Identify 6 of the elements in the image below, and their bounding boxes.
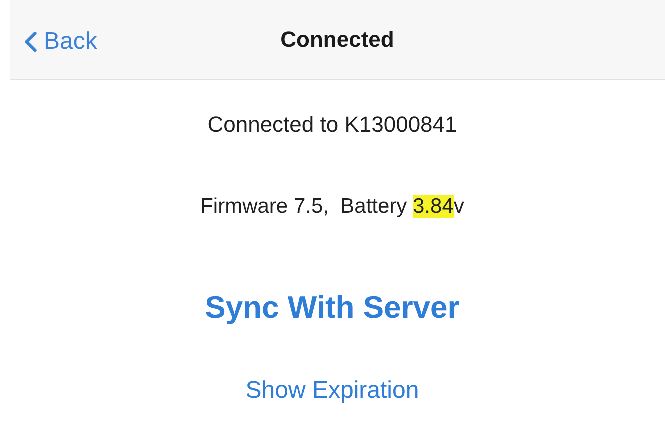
device-info: Firmware 7.5, Battery 3.84v xyxy=(200,194,464,220)
connection-status: Connected to K13000841 xyxy=(208,111,458,139)
screen-title: Connected xyxy=(280,26,394,54)
back-button[interactable]: Back xyxy=(22,24,98,60)
expiration-link[interactable]: Show Expiration xyxy=(246,373,420,409)
sync-link[interactable]: Sync With Server xyxy=(205,284,460,331)
